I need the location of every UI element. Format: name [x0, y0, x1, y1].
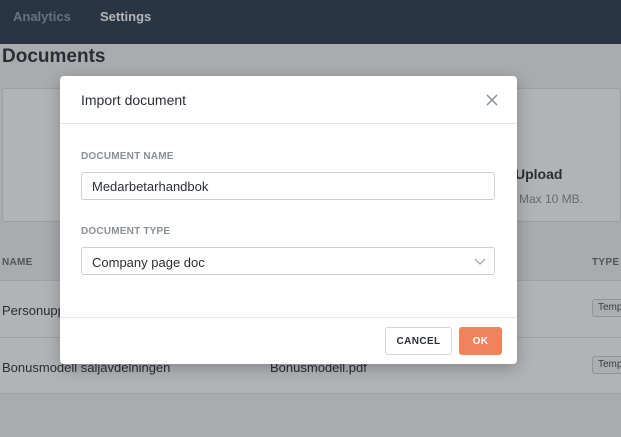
document-type-selected-value: Company page doc	[92, 255, 205, 270]
cancel-button[interactable]: CANCEL	[385, 327, 452, 355]
document-name-label: DOCUMENT NAME	[81, 151, 174, 162]
dialog-title: Import document	[81, 92, 187, 108]
close-icon	[486, 94, 498, 106]
chevron-down-icon	[474, 258, 486, 265]
ok-button[interactable]: OK	[459, 327, 502, 355]
document-type-label: DOCUMENT TYPE	[81, 226, 171, 237]
document-type-select[interactable]: Company page doc	[81, 247, 495, 275]
close-button[interactable]	[482, 90, 502, 110]
import-document-dialog: Import document DOCUMENT NAME DOCUMENT T…	[60, 76, 517, 364]
dialog-header: Import document	[60, 76, 517, 124]
document-name-input[interactable]	[81, 172, 495, 200]
